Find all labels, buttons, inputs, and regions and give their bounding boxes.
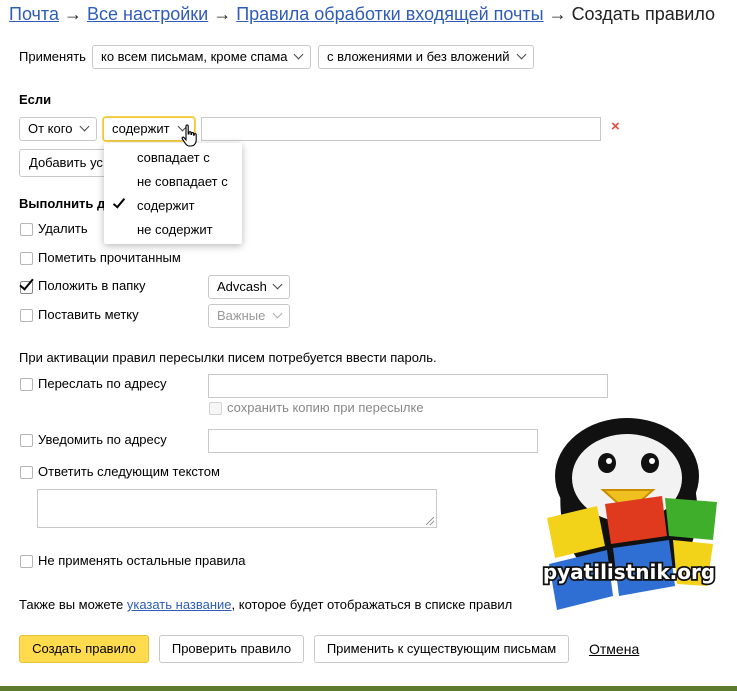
label-select[interactable]: Важные (208, 304, 290, 328)
breadcrumb-mail-link[interactable]: Почта (9, 4, 59, 24)
move-to-folder-label: Положить в папку (38, 278, 146, 293)
forward-address-input[interactable] (208, 374, 608, 398)
breadcrumb: Почта → Все настройки → Правила обработки вх… (9, 4, 715, 25)
chevron-down-icon (516, 49, 527, 60)
apply-scope-value: ко всем письмам, кроме спама (101, 49, 288, 64)
forward-checkbox[interactable] (20, 378, 33, 391)
stop-rules-label: Не применять остальные правила (38, 553, 246, 568)
check-rule-button[interactable]: Проверить правило (159, 635, 304, 663)
condition-field-select[interactable]: От кого (19, 117, 97, 141)
folder-select[interactable]: Advcash (208, 275, 290, 299)
page-title: Создать правило (571, 4, 716, 24)
delete-label: Удалить (38, 221, 88, 236)
apply-scope-select[interactable]: ко всем письмам, кроме спама (92, 45, 311, 69)
bottom-border (0, 686, 737, 691)
breadcrumb-separator: → (213, 4, 232, 24)
mark-read-label: Пометить прочитанным (38, 250, 181, 265)
resize-handle-icon[interactable] (426, 517, 434, 525)
apply-label: Применять (19, 49, 86, 64)
condition-value-input[interactable] (201, 117, 601, 141)
apply-attachments-value: с вложениями и без вложений (327, 49, 510, 64)
cancel-link[interactable]: Отмена (589, 641, 639, 657)
checkmark-icon (19, 275, 34, 291)
watermark-text: pyatilistnik.org (543, 560, 715, 584)
forwarding-note: При активации правил пересылки писем пот… (19, 350, 437, 365)
breadcrumb-separator: → (548, 4, 567, 24)
move-to-folder-checkbox[interactable] (19, 275, 34, 294)
penguin-logo-icon: pyatilistnik.org (541, 418, 717, 610)
chevron-down-icon (272, 279, 283, 290)
dropdown-item-not-contains[interactable]: не содержит (137, 222, 213, 237)
reply-checkbox[interactable] (20, 466, 33, 479)
specify-name-link[interactable]: указать название (127, 597, 232, 612)
stop-rules-checkbox[interactable] (20, 555, 33, 568)
reply-textarea[interactable] (37, 489, 437, 528)
keep-copy-label: сохранить копию при пересылке (227, 400, 424, 415)
notify-checkbox[interactable] (20, 434, 33, 447)
mark-read-checkbox[interactable] (20, 252, 33, 265)
set-label-checkbox[interactable] (20, 309, 33, 322)
breadcrumb-all-settings-link[interactable]: Все настройки (87, 4, 208, 24)
name-hint: Также вы можете указать название, которо… (19, 597, 513, 612)
delete-condition-icon[interactable]: × (611, 118, 620, 135)
chevron-down-icon (293, 49, 304, 60)
hand-cursor-icon (181, 124, 197, 147)
breadcrumb-separator: → (63, 4, 82, 24)
set-label-label: Поставить метку (38, 307, 139, 322)
dropdown-item-contains[interactable]: содержит (137, 198, 195, 213)
folder-value: Advcash (217, 279, 267, 294)
create-rule-button[interactable]: Создать правило (19, 635, 149, 663)
delete-checkbox[interactable] (20, 223, 33, 236)
apply-existing-button[interactable]: Применить к существующим письмам (314, 635, 569, 663)
apply-attachments-select[interactable]: с вложениями и без вложений (318, 45, 534, 69)
notify-address-input[interactable] (208, 429, 538, 453)
operator-dropdown-menu: совпадает с не совпадает с содержит не с… (104, 143, 242, 244)
keep-copy-checkbox[interactable] (209, 402, 222, 415)
condition-operator-value: содержит (112, 121, 170, 136)
breadcrumb-rules-link[interactable]: Правила обработки входящей почты (236, 4, 543, 24)
forward-label: Переслать по адресу (38, 376, 167, 391)
chevron-down-icon (272, 308, 283, 319)
actions-heading: Выполнить д (19, 196, 106, 211)
chevron-down-icon (79, 121, 90, 132)
checkmark-icon (112, 195, 126, 209)
notify-label: Уведомить по адресу (38, 432, 167, 447)
label-value: Важные (217, 308, 266, 323)
condition-field-value: От кого (28, 121, 73, 136)
dropdown-item-not-equals[interactable]: не совпадает с (137, 174, 228, 189)
reply-label: Ответить следующим текстом (38, 464, 220, 479)
dropdown-item-equals[interactable]: совпадает с (137, 150, 210, 165)
add-condition-button[interactable]: Добавить ус (19, 149, 109, 177)
condition-heading: Если (19, 92, 52, 107)
